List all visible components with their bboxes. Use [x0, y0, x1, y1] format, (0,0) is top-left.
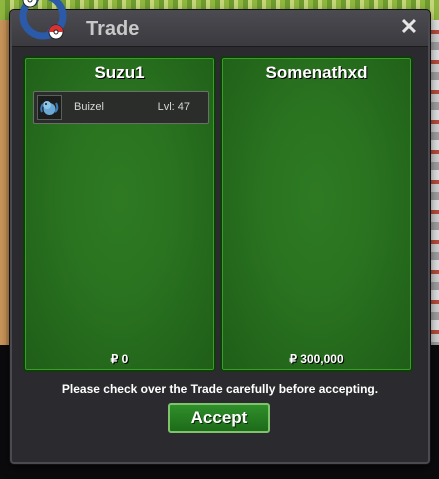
close-button[interactable]: ✕ [398, 16, 420, 38]
item-level: Lvl: 47 [157, 101, 190, 113]
partner-offer-panel: Somenathxd ₽ 300,000 [220, 56, 413, 372]
my-player-name: Suzu1 [94, 63, 145, 82]
trade-notice: Please check over the Trade carefully be… [61, 382, 379, 396]
trade-icon [8, 0, 78, 46]
my-money: ₽ 0 [110, 352, 129, 366]
trade-item-slot[interactable]: Buizel Lvl: 47 [33, 91, 209, 124]
partner-money: ₽ 300,000 [289, 352, 344, 366]
accept-button[interactable]: Accept [168, 403, 270, 433]
item-name: Buizel [74, 101, 104, 113]
partner-player-name: Somenathxd [265, 63, 368, 82]
my-offer-panel: Suzu1 Buizel Lvl: 47 ₽ 0 [23, 56, 216, 372]
buizel-icon [37, 95, 62, 120]
trade-dialog: Trade ✕ Suzu1 Buizel Lvl: 47 ₽ 0 Somenat… [10, 10, 430, 464]
dialog-title: Trade [86, 18, 140, 40]
